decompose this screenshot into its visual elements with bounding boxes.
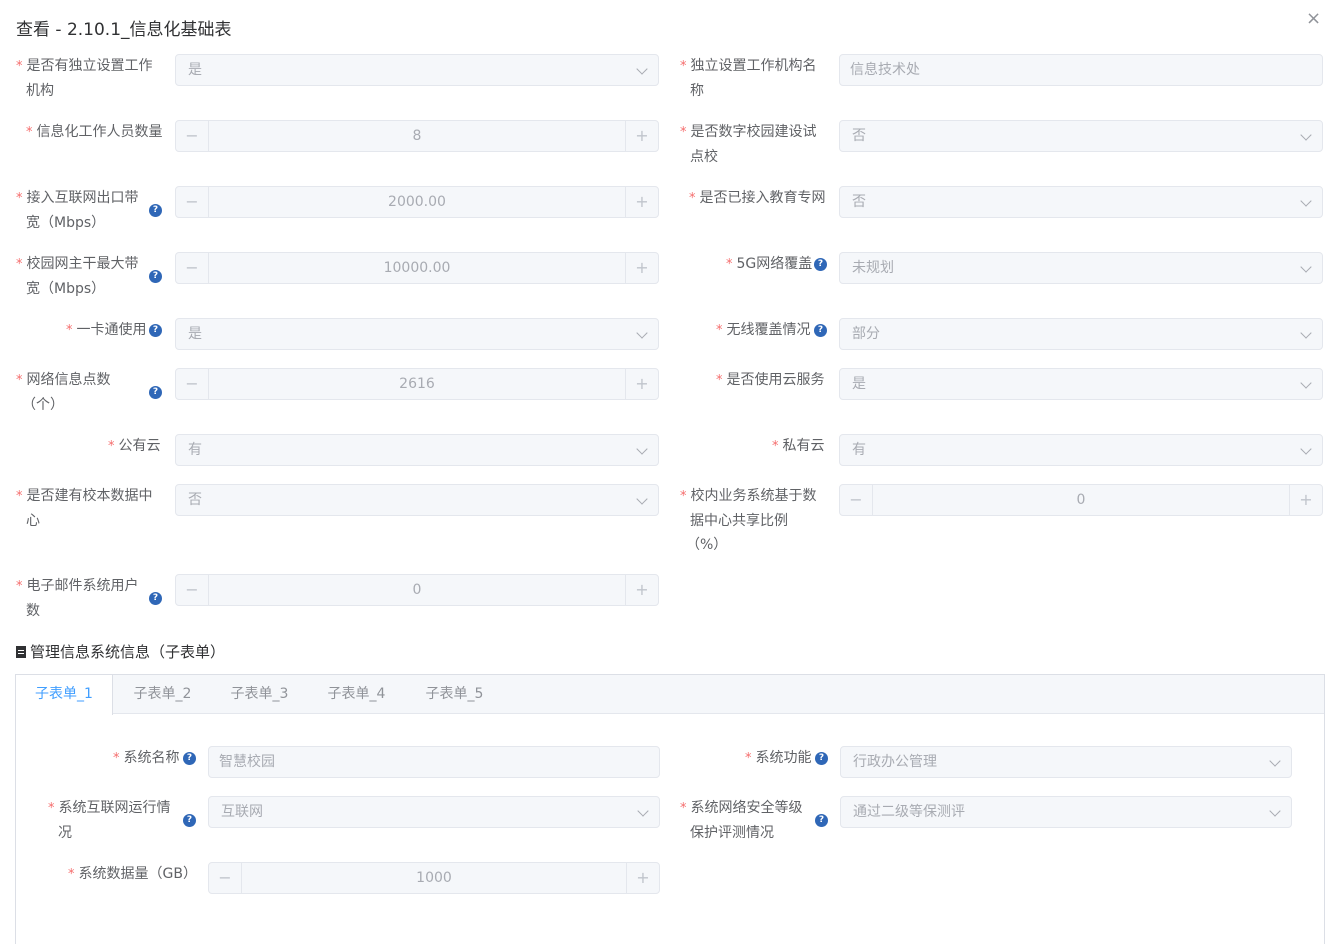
wireless-select[interactable]: 部分: [839, 318, 1323, 350]
system-function-select[interactable]: 行政办公管理: [840, 746, 1292, 778]
cloud-service-select[interactable]: 是: [839, 368, 1323, 400]
chevron-down-icon: [1269, 805, 1281, 817]
chevron-down-icon: [1300, 261, 1312, 273]
field-label: * 是否已接入教育专网: [689, 190, 826, 206]
help-icon[interactable]: ?: [814, 324, 827, 337]
staff-count-stepper[interactable]: −8 +: [175, 120, 659, 152]
chevron-down-icon: [1300, 443, 1312, 455]
tab-subform-1[interactable]: 子表单_1: [16, 675, 113, 715]
dialog-title: 查看 - 2.10.1_信息化基础表: [16, 20, 232, 40]
help-icon[interactable]: ?: [183, 814, 196, 827]
org-name-input[interactable]: 信息技术处: [839, 54, 1323, 86]
chevron-down-icon: [1300, 129, 1312, 141]
plus-icon[interactable]: +: [625, 369, 658, 399]
help-icon[interactable]: ?: [815, 814, 828, 827]
chevron-down-icon: [1269, 755, 1281, 767]
digital-pilot-select[interactable]: 否: [839, 120, 1323, 152]
minus-icon[interactable]: −: [176, 253, 209, 283]
minus-icon[interactable]: −: [176, 121, 209, 151]
email-users-stepper[interactable]: −0 +: [175, 574, 659, 606]
plus-icon[interactable]: +: [625, 253, 658, 283]
field-label: * 无线覆盖情况: [716, 322, 811, 338]
tab-subform-3[interactable]: 子表单_3: [217, 675, 302, 714]
bandwidth-out-stepper[interactable]: −2000.00 +: [175, 186, 659, 218]
plus-icon[interactable]: +: [625, 187, 658, 217]
help-icon[interactable]: ?: [815, 752, 828, 765]
document-icon: [16, 646, 26, 658]
help-icon[interactable]: ?: [183, 752, 196, 765]
plus-icon[interactable]: +: [625, 121, 658, 151]
minus-icon[interactable]: −: [209, 863, 242, 893]
field-label: * 校园网主干最大带 宽（Mbps）: [16, 256, 139, 297]
chevron-down-icon: [636, 327, 648, 339]
info-points-stepper[interactable]: −2616 +: [175, 368, 659, 400]
field-label: * 电子邮件系统用户数: [16, 578, 139, 619]
system-security-select[interactable]: 通过二级等保测评: [840, 796, 1292, 828]
chevron-down-icon: [636, 443, 648, 455]
field-label: * 是否数字校园建设试 点校: [680, 124, 817, 165]
data-center-select[interactable]: 否: [175, 484, 659, 516]
section-title: 管理信息系统信息（子表单）: [16, 641, 225, 663]
field-label: * 校内业务系统基于数 据中心共享比例 （%）: [680, 488, 817, 553]
system-data-stepper[interactable]: −1000 +: [208, 862, 660, 894]
private-cloud-select[interactable]: 有: [839, 434, 1323, 466]
minus-icon[interactable]: −: [176, 187, 209, 217]
chevron-down-icon: [636, 63, 648, 75]
field-label: * 信息化工作人员数量: [26, 124, 163, 140]
help-icon[interactable]: ?: [149, 270, 162, 283]
help-icon[interactable]: ?: [149, 324, 162, 337]
card-usage-select[interactable]: 是: [175, 318, 659, 350]
chevron-down-icon: [1300, 195, 1312, 207]
minus-icon[interactable]: −: [176, 575, 209, 605]
minus-icon[interactable]: −: [176, 369, 209, 399]
system-name-input[interactable]: 智慧校园: [208, 746, 660, 778]
tab-bar: 子表单_1 子表单_2 子表单_3 子表单_4 子表单_5: [16, 675, 1324, 715]
help-icon[interactable]: ?: [149, 386, 162, 399]
tab-subform-4[interactable]: 子表单_4: [314, 675, 399, 714]
independent-org-select[interactable]: 是: [175, 54, 659, 86]
chevron-down-icon: [1300, 327, 1312, 339]
chevron-down-icon: [637, 805, 649, 817]
backbone-bw-stepper[interactable]: −10000.00 +: [175, 252, 659, 284]
field-label: * 系统网络安全等级 保护评测情况: [680, 800, 803, 841]
field-label: * 系统名称: [113, 750, 180, 766]
chevron-down-icon: [1300, 377, 1312, 389]
tab-subform-2[interactable]: 子表单_2: [120, 675, 205, 714]
field-label: * 私有云: [772, 438, 825, 454]
plus-icon[interactable]: +: [625, 575, 658, 605]
share-ratio-stepper[interactable]: −0 +: [839, 484, 1323, 516]
tab-subform-5[interactable]: 子表单_5: [412, 675, 497, 714]
close-icon[interactable]: ×: [1306, 10, 1321, 28]
help-icon[interactable]: ?: [814, 258, 827, 271]
public-cloud-select[interactable]: 有: [175, 434, 659, 466]
help-icon[interactable]: ?: [149, 204, 162, 217]
field-label: * 是否有独立设置工作 机构: [16, 58, 153, 99]
field-label: * 5G网络覆盖: [726, 256, 813, 272]
field-label: * 是否建有校本数据中心: [16, 488, 153, 529]
help-icon[interactable]: ?: [149, 592, 162, 605]
field-label: * 系统数据量（GB）: [68, 866, 197, 882]
coverage-5g-select[interactable]: 未规划: [839, 252, 1323, 284]
field-label: * 网络信息点数 （个）: [16, 372, 111, 413]
plus-icon[interactable]: +: [626, 863, 659, 893]
plus-icon[interactable]: +: [1289, 485, 1322, 515]
edu-network-select[interactable]: 否: [839, 186, 1323, 218]
chevron-down-icon: [636, 493, 648, 505]
system-internet-select[interactable]: 互联网: [208, 796, 660, 828]
field-label: * 系统互联网运行情况: [48, 800, 171, 841]
field-label: * 公有云: [108, 438, 161, 454]
field-label: * 系统功能: [745, 750, 812, 766]
field-label: * 是否使用云服务: [716, 372, 825, 388]
field-label: * 接入互联网出口带 宽（Mbps）: [16, 190, 139, 231]
field-label: * 一卡通使用: [66, 322, 147, 338]
field-label: * 独立设置工作机构名称: [680, 58, 817, 99]
minus-icon[interactable]: −: [840, 485, 873, 515]
